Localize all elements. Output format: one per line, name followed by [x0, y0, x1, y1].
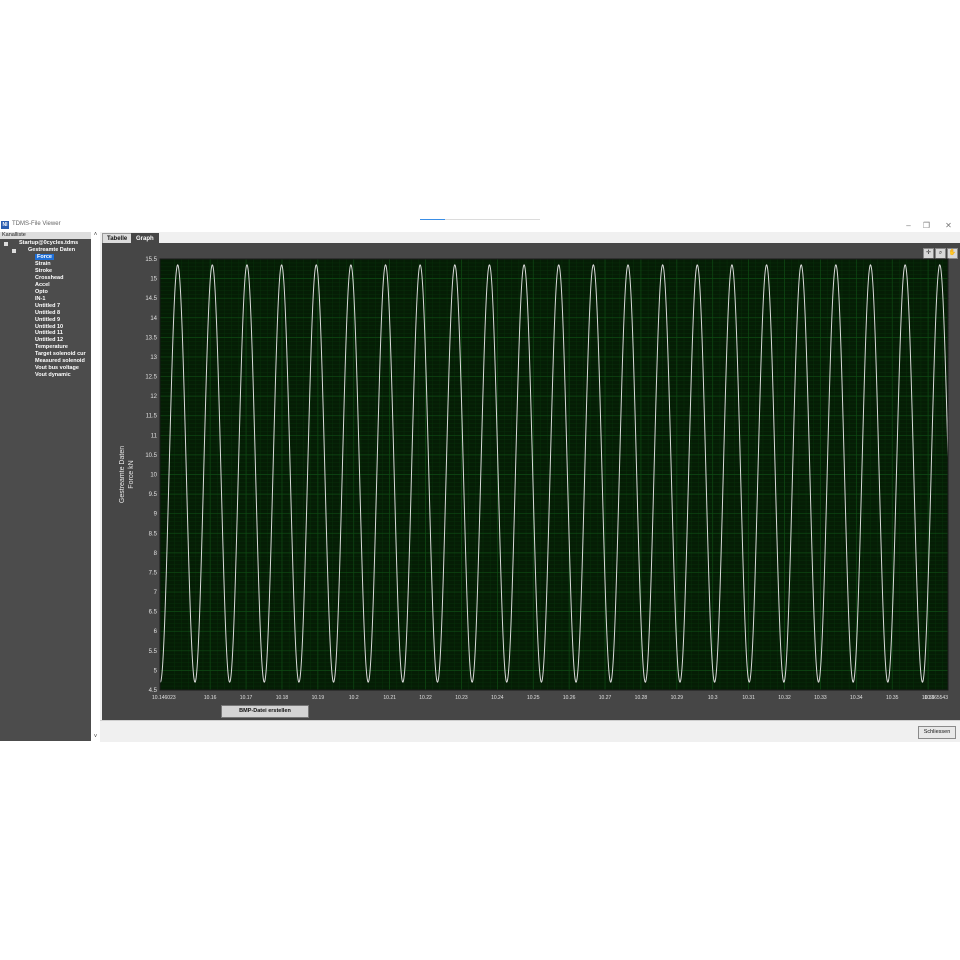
x-tick-label: 10.18 [276, 695, 289, 701]
title-progress-accent [420, 219, 445, 220]
app-icon: NI [1, 221, 9, 229]
x-tick-label: 10.24 [491, 695, 504, 701]
x-tick-label: 10.35 [886, 695, 899, 701]
y-tick-label: 14 [150, 316, 157, 322]
tree-item-channel[interactable]: Untitled 7 [35, 303, 60, 310]
force-chart[interactable]: 4.5 5 5.5 6 6.5 7 7.5 8 8.5 9 9.5 10 10.5 11 11.5 12 12.… [102, 243, 960, 703]
x-tick-label: 10.16 [204, 695, 217, 701]
title-progress-track [445, 219, 540, 220]
x-tick-label: 10.19 [312, 695, 325, 701]
y-tick-label: 8 [154, 551, 158, 557]
tdms-viewer-window: NI TDMS-File Viewer – ❐ ✕ Kanalliste Sta… [0, 219, 960, 742]
tree-item-channel[interactable]: Untitled 12 [35, 337, 63, 344]
y-tick-label: 14.5 [145, 296, 157, 302]
y-tick-label: 9.5 [149, 492, 158, 498]
y-tick-label: 6.5 [149, 610, 158, 616]
y-tick-label: 12.5 [145, 375, 157, 381]
scroll-up-icon[interactable]: ˄ [92, 232, 99, 239]
bottom-bar: Schliessen [100, 720, 960, 742]
tree-item-channel[interactable]: Strain [35, 261, 51, 268]
tree-item-group[interactable]: Gestreamte Daten [28, 247, 75, 254]
channel-list-header: Kanalliste [0, 232, 92, 239]
graph-panel: ✛ ⌕ ✋ 4.5 5 5.5 6 6.5 7 7.5 8 8.5 9 9.5 10 10.5 11 11.… [102, 243, 960, 720]
tree-item-channel[interactable]: Temperature [35, 344, 68, 351]
x-tick-label: 10.33 [814, 695, 827, 701]
y-tick-label: 7.5 [149, 570, 158, 576]
x-tick-label: 10.3 [708, 695, 718, 701]
tree-item-file[interactable]: Startup@0cycles.tdms [19, 240, 78, 247]
window-title: TDMS-File Viewer [12, 221, 61, 227]
x-tick-label: 10.17 [240, 695, 253, 701]
expand-group-icon[interactable] [12, 249, 16, 253]
y-tick-label: 12 [150, 394, 157, 400]
y-tick-label: 15 [150, 277, 157, 283]
tree-item-channel[interactable]: Accel [35, 282, 50, 289]
tree-item-channel[interactable]: Vout bus voltage [35, 365, 79, 372]
y-tick-label: 5 [154, 668, 158, 674]
y-tick-label: 7 [154, 590, 158, 596]
x-tick-label: 10.146023 [152, 695, 176, 701]
scroll-down-icon[interactable]: ˅ [92, 734, 99, 741]
x-tick-label: 10.25 [527, 695, 540, 701]
y-tick-label: 8.5 [149, 531, 158, 537]
title-bar: NI TDMS-File Viewer – ❐ ✕ [0, 219, 960, 232]
close-window-icon[interactable]: ✕ [943, 220, 954, 231]
x-tick-label: 10.22 [419, 695, 432, 701]
y-tick-label: 4.5 [149, 688, 158, 694]
x-tick-label: 10.23 [455, 695, 468, 701]
tree-item-channel[interactable]: Crosshead [35, 275, 63, 282]
tree-item-channel[interactable]: Opto [35, 289, 48, 296]
y-tick-label: 10.5 [145, 453, 157, 459]
y-tick-label: 13 [150, 355, 157, 361]
y-tick-label: 11.5 [146, 414, 158, 420]
x-tick-label: 10.29 [671, 695, 684, 701]
y-tick-label: 13.5 [145, 335, 157, 341]
tab-strip: Tabelle Graph [100, 232, 960, 244]
tree-item-channel[interactable]: Target solenoid cur [35, 351, 86, 358]
x-tick-label: 10.21 [383, 695, 396, 701]
x-tick-label: 10.2 [349, 695, 359, 701]
tree-item-channel[interactable]: Untitled 10 [35, 324, 63, 331]
y-tick-label: 5.5 [149, 649, 158, 655]
bmp-export-button[interactable]: BMP-Datei erstellen [221, 705, 309, 718]
close-button[interactable]: Schliessen [918, 726, 956, 739]
y-axis-group-label: Gestreamte Daten [119, 446, 126, 503]
tree-item-channel[interactable]: Untitled 11 [35, 330, 63, 337]
tree-item-channel[interactable]: Measured solenoid [35, 358, 85, 365]
x-tick-label: 10.28 [635, 695, 648, 701]
y-tick-label: 6 [154, 629, 158, 635]
y-tick-label: 11 [151, 433, 158, 439]
channel-list-panel: Kanalliste Startup@0cycles.tdms Gestream… [0, 232, 100, 741]
x-tick-label: 10.26 [563, 695, 576, 701]
tree-item-channel[interactable]: Force [35, 254, 54, 261]
x-tick-label: 10.31 [742, 695, 755, 701]
tree-item-channel[interactable]: Vout dynamic [35, 372, 71, 379]
expand-file-icon[interactable] [4, 242, 8, 246]
tree-item-channel[interactable]: IN-1 [35, 296, 45, 303]
tree-item-channel[interactable]: Untitled 9 [35, 317, 60, 324]
x-tick-label: 10.365543 [924, 695, 948, 701]
y-tick-label: 10 [150, 473, 157, 479]
x-tick-label: 10.32 [778, 695, 791, 701]
main-area: Tabelle Graph ✛ ⌕ ✋ 4.5 5 5.5 6 6.5 7 7.5 8 8.5 9… [100, 232, 960, 742]
x-tick-label: 10.34 [850, 695, 863, 701]
y-tick-label: 15.5 [145, 257, 157, 263]
minimize-icon[interactable]: – [903, 220, 914, 231]
sidebar-scrollbar[interactable]: ˄ ˅ [91, 232, 100, 741]
restore-icon[interactable]: ❐ [921, 220, 932, 231]
tree-item-channel[interactable]: Untitled 8 [35, 310, 60, 317]
y-tick-label: 9 [154, 512, 158, 518]
x-tick-label: 10.27 [599, 695, 612, 701]
y-axis-label: Force kN [128, 460, 135, 488]
tree-item-channel[interactable]: Stroke [35, 268, 52, 275]
